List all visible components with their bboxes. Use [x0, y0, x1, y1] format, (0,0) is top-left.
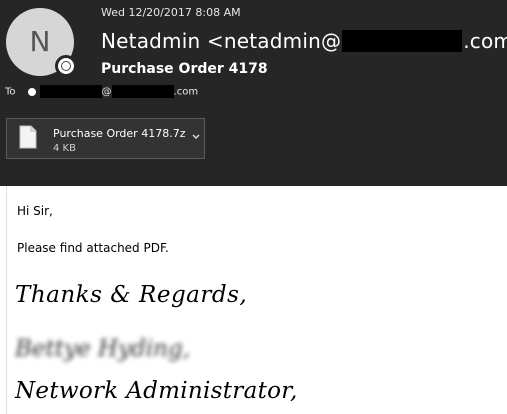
- sender-prefix: Netadmin <netadmin@: [101, 29, 342, 53]
- redacted-recipient-name: [39, 85, 102, 98]
- presence-status-icon: [55, 55, 77, 77]
- body-greeting: Hi Sir,: [17, 204, 53, 218]
- redacted-domain: [342, 29, 463, 52]
- recipient-at: @: [101, 86, 112, 98]
- recipient-status-icon: [27, 87, 36, 96]
- chevron-down-icon[interactable]: [191, 131, 201, 141]
- signature-title: Network Administrator,: [15, 378, 298, 404]
- file-icon: [19, 125, 37, 149]
- message-header: N Wed 12/20/2017 8:08 AM Netadmin <netad…: [0, 0, 507, 186]
- sender-address[interactable]: Netadmin <netadmin@ .com>: [101, 29, 507, 54]
- message-subject: Purchase Order 4178: [101, 61, 268, 77]
- signature-name-blurred: Bettye Hyding,: [15, 336, 190, 362]
- recipient-row: To @ .com: [5, 85, 198, 98]
- attachment-size: 4 KB: [53, 143, 76, 154]
- attachment-name: Purchase Order 4178.7z: [53, 127, 186, 140]
- to-label: To: [5, 86, 16, 98]
- message-body: Hi Sir, Please find attached PDF. Thanks…: [6, 186, 507, 414]
- body-text: Please find attached PDF.: [17, 241, 169, 255]
- sender-suffix: .com>: [463, 29, 507, 53]
- recipient-suffix: .com: [173, 86, 199, 98]
- signature-closing: Thanks & Regards,: [15, 282, 248, 308]
- attachment-card[interactable]: Purchase Order 4178.7z 4 KB: [6, 118, 205, 159]
- sent-date: Wed 12/20/2017 8:08 AM: [101, 6, 241, 19]
- redacted-recipient-domain: [111, 85, 174, 98]
